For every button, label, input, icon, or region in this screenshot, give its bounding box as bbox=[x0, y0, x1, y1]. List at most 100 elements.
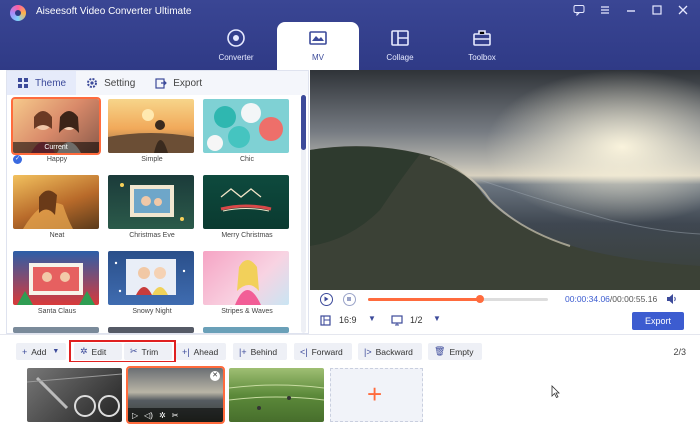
progress-knob[interactable] bbox=[475, 295, 484, 303]
theme-name: Simple bbox=[141, 156, 163, 163]
volume-icon[interactable] bbox=[666, 293, 678, 305]
window-controls bbox=[570, 4, 692, 18]
annotation-highlight bbox=[69, 340, 176, 363]
timeline-clip[interactable] bbox=[27, 368, 122, 422]
minimize-icon[interactable] bbox=[622, 4, 640, 18]
maximize-icon[interactable] bbox=[648, 4, 666, 18]
forward-button[interactable]: <| Forward bbox=[294, 343, 352, 360]
timeline-clip[interactable] bbox=[229, 368, 324, 422]
clip-toolbar: + Add ▼ ✲ Edit ✂ Trim +| Ahead |+ Behind… bbox=[0, 334, 700, 363]
time-display: 00:00:34.06/00:00:55.16 bbox=[565, 294, 657, 304]
magic-wand-icon[interactable]: ✲ bbox=[159, 411, 166, 420]
backward-button[interactable]: |> Backward bbox=[358, 343, 422, 360]
panel-tabs: Theme Setting Export bbox=[7, 71, 308, 95]
progress-fill bbox=[368, 298, 480, 301]
backward-label: Backward bbox=[375, 346, 413, 357]
theme-thumbnail bbox=[108, 99, 194, 153]
close-icon[interactable] bbox=[674, 4, 692, 18]
ahead-button[interactable]: +| Ahead bbox=[176, 343, 226, 360]
play-icon[interactable]: ▷ bbox=[132, 411, 138, 420]
feedback-icon[interactable] bbox=[570, 4, 588, 18]
tab-converter[interactable]: Converter bbox=[195, 22, 277, 70]
add-button[interactable]: + Add ▼ bbox=[16, 343, 66, 360]
preview-frame bbox=[310, 70, 700, 290]
forward-icon: <| bbox=[300, 346, 308, 357]
progress-bar[interactable] bbox=[368, 295, 548, 303]
add-clip-slot[interactable]: + bbox=[330, 368, 423, 422]
close-icon[interactable]: ✕ bbox=[210, 371, 220, 381]
theme-name: Santa Claus bbox=[37, 308, 77, 315]
tab-collage[interactable]: Collage bbox=[359, 22, 441, 70]
converter-icon bbox=[227, 29, 245, 47]
export-icon bbox=[155, 78, 168, 89]
tab-toolbox[interactable]: Toolbox bbox=[441, 22, 523, 70]
menu-icon[interactable] bbox=[596, 4, 614, 18]
plus-icon: + bbox=[22, 346, 28, 357]
tab-export-label: Export bbox=[173, 77, 203, 89]
theme-thumbnail bbox=[13, 327, 99, 333]
page-indicator[interactable]: 1/2 bbox=[410, 315, 423, 325]
trash-icon: 🗑 bbox=[434, 346, 446, 356]
theme-thumbnail bbox=[108, 251, 194, 305]
play-button[interactable] bbox=[320, 293, 333, 306]
ahead-icon: +| bbox=[182, 346, 190, 357]
total-time: 00:00:55.16 bbox=[612, 294, 658, 304]
add-clip-plus-icon: + bbox=[367, 379, 383, 409]
theme-name: Neat bbox=[49, 232, 65, 239]
forward-label: Forward bbox=[311, 346, 343, 357]
app-logo-icon bbox=[10, 5, 26, 21]
clip-count: 2/3 bbox=[673, 347, 686, 357]
tab-mv-label: MV bbox=[312, 53, 324, 62]
toolbox-icon bbox=[473, 30, 491, 46]
theme-thumbnail bbox=[203, 251, 289, 305]
app-window: Aiseesoft Video Converter Ultimate Conve… bbox=[0, 0, 700, 444]
theme-thumbnail bbox=[108, 327, 194, 333]
empty-label: Empty bbox=[449, 346, 474, 357]
timeline-clip-selected[interactable]: ✕ ▷ ◁) ✲ ✂ bbox=[126, 366, 225, 424]
export-button[interactable]: Export bbox=[632, 312, 684, 330]
scrollbar-thumb[interactable] bbox=[301, 95, 306, 150]
video-preview[interactable] bbox=[310, 70, 700, 290]
title-bar: Aiseesoft Video Converter Ultimate Conve… bbox=[0, 0, 700, 70]
collage-icon bbox=[391, 30, 409, 46]
theme-scrollbar[interactable] bbox=[301, 95, 306, 333]
theme-panel: Theme Setting Export Current ✓ Happy Sim… bbox=[6, 70, 309, 334]
clip-timeline: ✕ ▷ ◁) ✲ ✂ + bbox=[0, 362, 700, 444]
theme-thumbnail bbox=[13, 251, 99, 305]
stop-button[interactable] bbox=[343, 293, 356, 306]
aspect-ratio-value[interactable]: 16:9 bbox=[339, 315, 357, 325]
tab-setting-label: Setting bbox=[104, 77, 136, 89]
theme-thumbnail bbox=[203, 99, 289, 153]
theme-name: Merry Christmas bbox=[221, 232, 273, 239]
behind-icon: |+ bbox=[239, 346, 247, 357]
tab-converter-label: Converter bbox=[218, 53, 254, 62]
tab-export[interactable]: Export bbox=[145, 71, 212, 95]
aspect-ratio-icon bbox=[320, 315, 331, 326]
chevron-down-icon[interactable]: ▼ bbox=[368, 314, 376, 323]
tab-mv[interactable]: MV bbox=[277, 22, 359, 70]
backward-icon: |> bbox=[364, 346, 372, 357]
theme-icon bbox=[18, 78, 28, 88]
theme-name: Christmas Eve bbox=[129, 232, 175, 239]
add-label: Add bbox=[31, 346, 47, 357]
theme-name: Chic bbox=[239, 156, 254, 163]
current-badge: Current bbox=[13, 142, 99, 153]
volume-icon[interactable]: ◁) bbox=[144, 411, 153, 420]
ahead-label: Ahead bbox=[193, 346, 219, 357]
theme-thumbnail bbox=[108, 175, 194, 229]
chevron-down-icon[interactable]: ▼ bbox=[52, 348, 59, 355]
tab-theme-label: Theme bbox=[35, 77, 67, 89]
tab-theme[interactable]: Theme bbox=[7, 71, 77, 95]
theme-thumbnail: Current bbox=[11, 97, 101, 155]
empty-button[interactable]: 🗑 Empty bbox=[428, 343, 482, 360]
tab-toolbox-label: Toolbox bbox=[468, 53, 496, 62]
main-nav: Converter MV Collage Toolbox bbox=[195, 22, 523, 70]
theme-name: Stripes & Waves bbox=[221, 308, 273, 315]
app-title: Aiseesoft Video Converter Ultimate bbox=[36, 6, 192, 17]
behind-button[interactable]: |+ Behind bbox=[233, 343, 287, 360]
tab-setting[interactable]: Setting bbox=[76, 71, 145, 95]
scissors-icon[interactable]: ✂ bbox=[172, 411, 179, 420]
chevron-down-icon[interactable]: ▼ bbox=[433, 314, 441, 323]
tab-collage-label: Collage bbox=[386, 53, 414, 62]
behind-label: Behind bbox=[250, 346, 278, 357]
